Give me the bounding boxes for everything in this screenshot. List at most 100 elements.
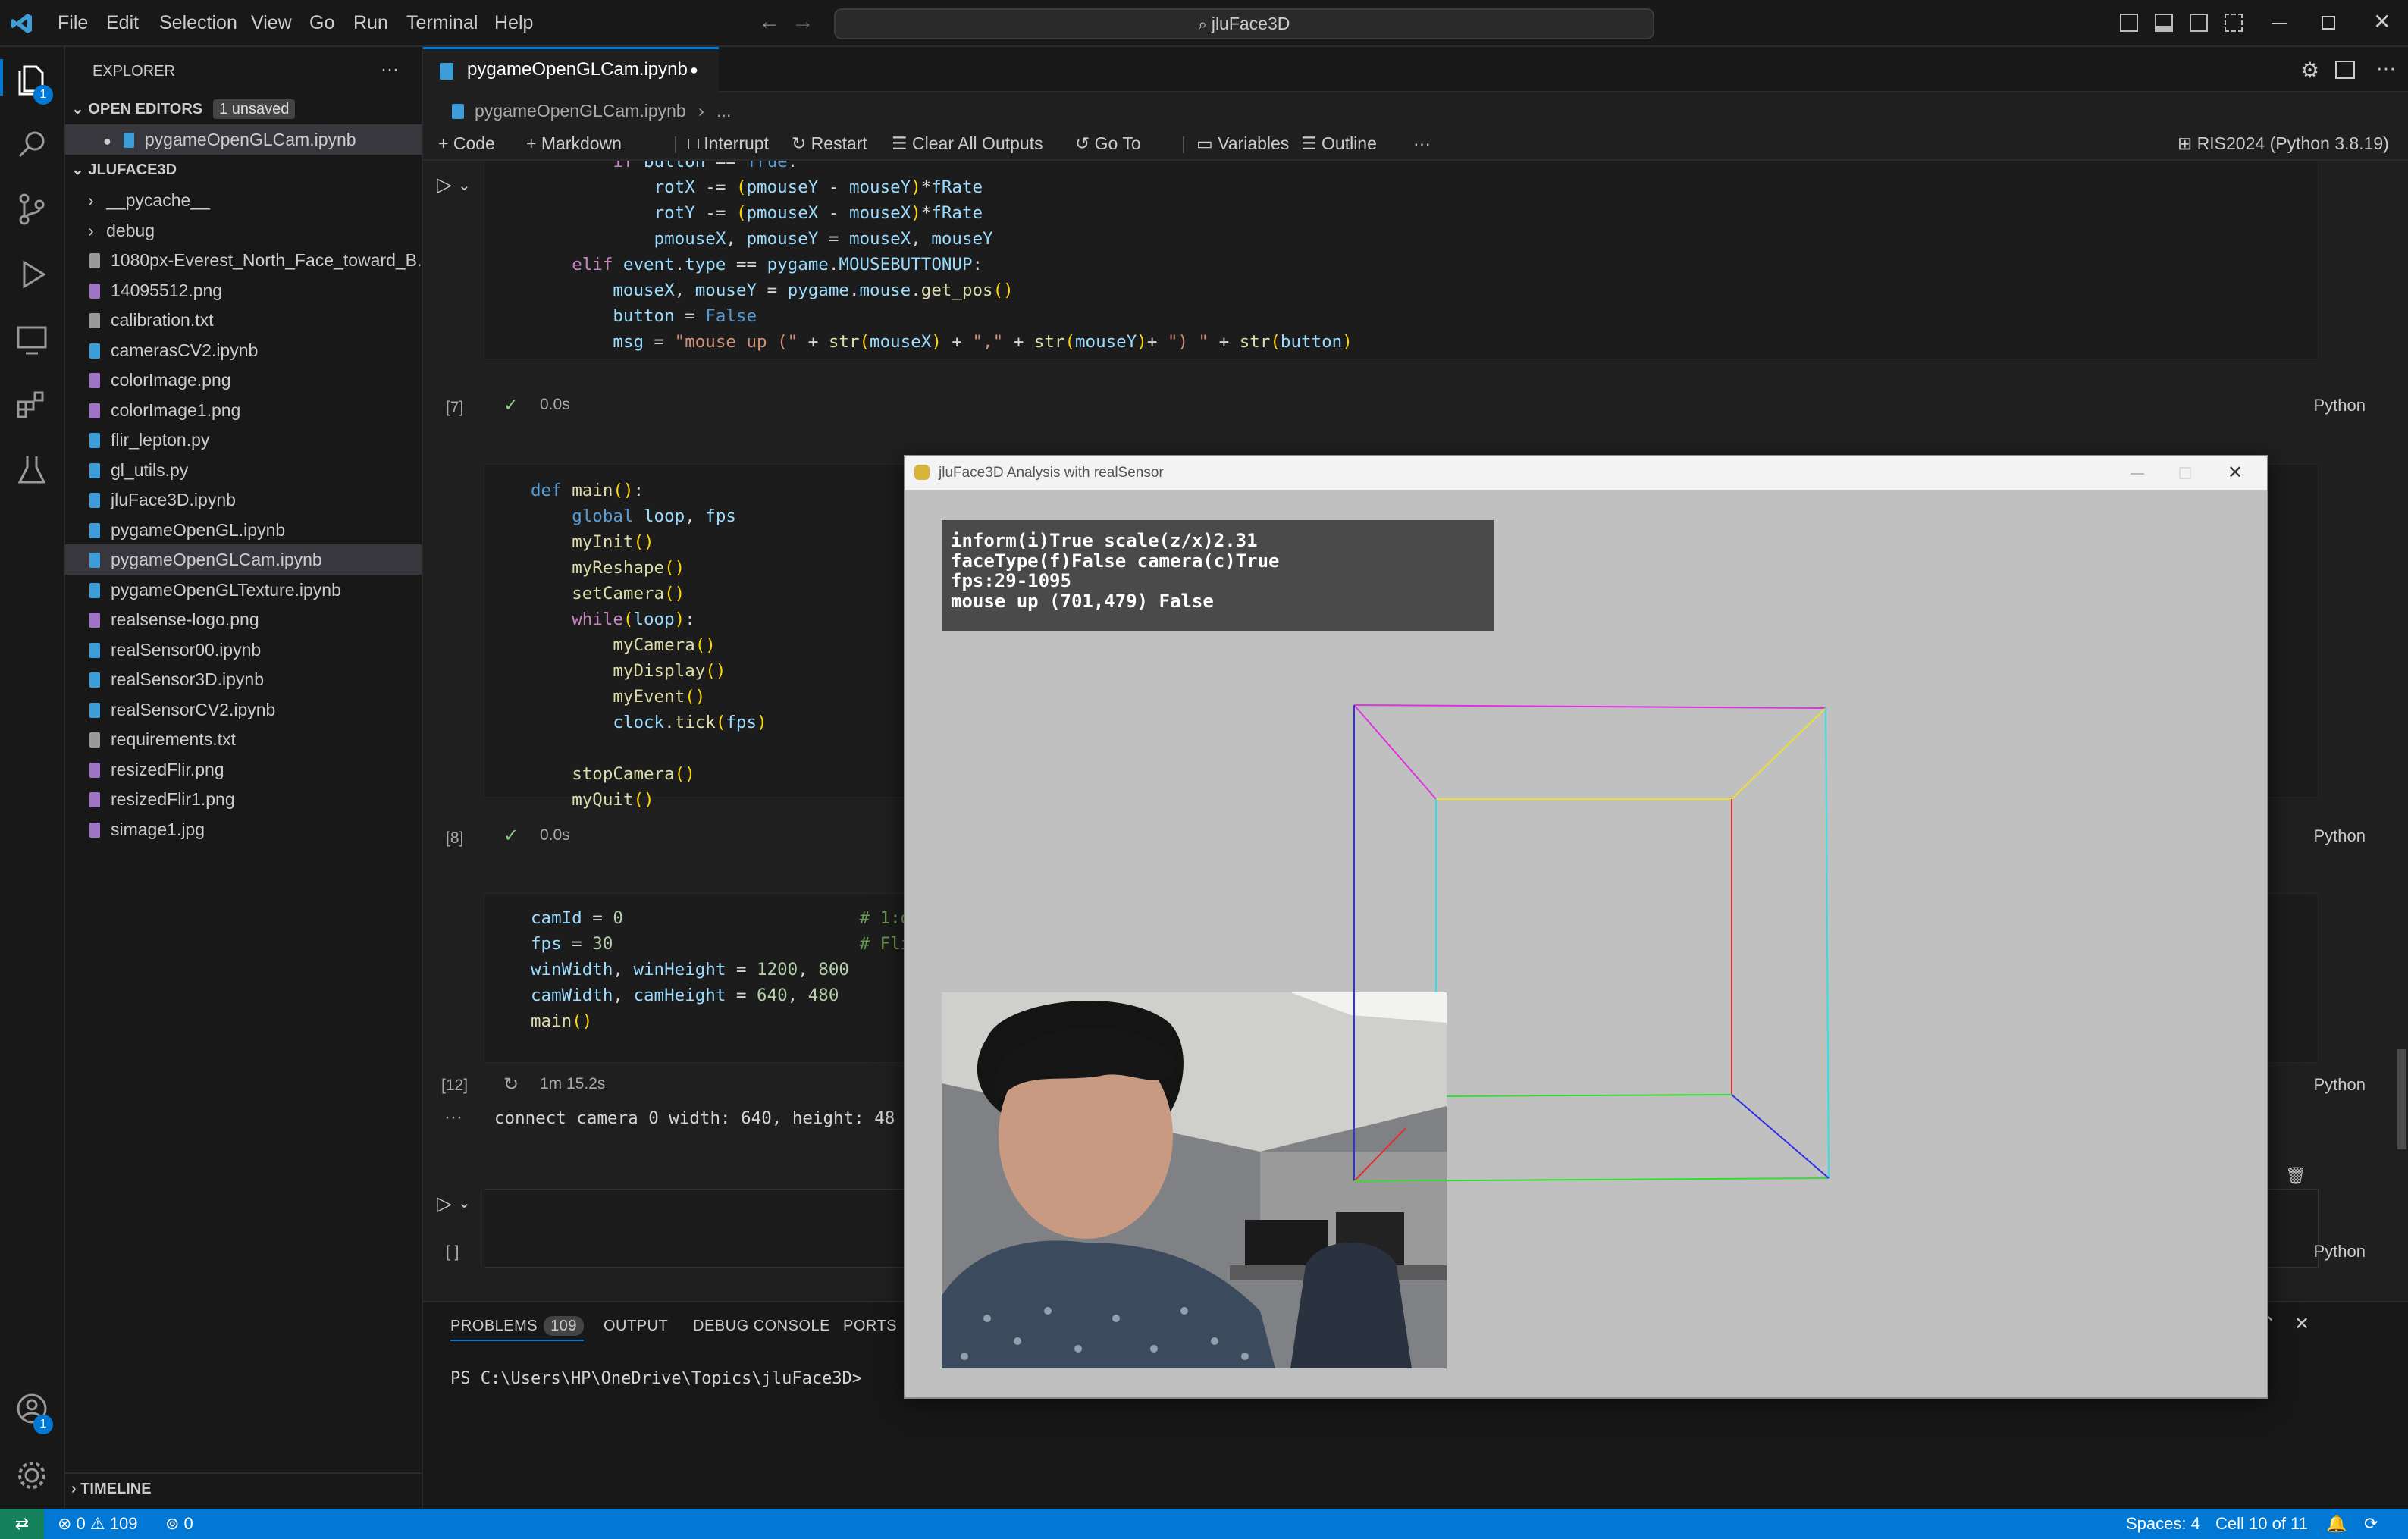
customize-layout-icon[interactable] — [2225, 14, 2243, 32]
toggle-panel-icon[interactable] — [2155, 14, 2173, 32]
remote-explorer-icon[interactable] — [14, 321, 50, 358]
chevron-down-icon[interactable]: ⌄ — [458, 1193, 471, 1212]
go-to-button[interactable]: ↺ Go To — [1075, 126, 1141, 161]
menu-view[interactable]: View — [251, 12, 292, 34]
terminal-prompt[interactable]: PS C:\Users\HP\OneDrive\Topics\jluFace3D… — [450, 1366, 862, 1392]
breadcrumb-file[interactable]: pygameOpenGLCam.ipynb — [475, 101, 686, 121]
file-item[interactable]: pygameOpenGLTexture.ipynb — [65, 575, 422, 605]
command-center-search[interactable]: ⌕ jluFace3D — [834, 8, 1654, 39]
problems-status[interactable]: ⊗ 0 ⚠ 109 — [58, 1509, 137, 1539]
file-item[interactable]: pygameOpenGL.ipynb — [65, 515, 422, 545]
clear-all-outputs-button[interactable]: ☰ Clear All Outputs — [892, 126, 1043, 161]
back-arrow-icon[interactable]: ← — [758, 9, 781, 35]
tab-output[interactable]: OUTPUT — [604, 1318, 668, 1335]
menu-run[interactable]: Run — [353, 12, 388, 34]
file-item[interactable]: requirements.txt — [65, 724, 422, 754]
toggle-secondary-sidebar-icon[interactable] — [2190, 14, 2208, 32]
file-item[interactable]: realSensorCV2.ipynb — [65, 694, 422, 725]
tab-ports[interactable]: PORTS — [843, 1318, 897, 1335]
file-item[interactable]: simage1.jpg — [65, 814, 422, 845]
code-file-icon — [89, 343, 100, 359]
gear-icon[interactable] — [14, 1457, 50, 1494]
delete-cell-icon[interactable]: 🗑 — [2285, 1166, 2306, 1186]
file-item[interactable]: 14095512.png — [65, 275, 422, 306]
file-item[interactable]: pygameOpenGLCam.ipynb — [65, 544, 422, 575]
project-header[interactable]: ⌄ JLUFACE3D — [65, 155, 422, 185]
run-debug-icon[interactable] — [14, 256, 50, 293]
tab-problems[interactable]: PROBLEMS 109 — [450, 1316, 585, 1341]
output-more-icon[interactable]: ··· — [444, 1107, 462, 1128]
bell-icon[interactable]: 🔔 — [2326, 1509, 2347, 1539]
minimize-icon[interactable] — [2272, 23, 2287, 24]
file-item[interactable]: 1080px-Everest_North_Face_toward_B... — [65, 245, 422, 275]
testing-flask-icon[interactable] — [14, 452, 50, 488]
close-panel-icon[interactable]: ✕ — [2294, 1313, 2309, 1335]
file-item[interactable]: resizedFlir1.png — [65, 784, 422, 814]
tab-pygameopenglcam[interactable]: pygameOpenGLCam.ipynb ● — [423, 47, 719, 92]
unsaved-dot-icon[interactable]: ● — [690, 49, 698, 90]
cell-7-language[interactable]: Python — [2314, 396, 2366, 415]
split-editor-icon[interactable] — [2335, 61, 2355, 79]
file-item[interactable]: resizedFlir.png — [65, 754, 422, 785]
menu-help[interactable]: Help — [494, 12, 533, 34]
menu-go[interactable]: Go — [309, 12, 334, 34]
title-bar: File Edit Selection View Go Run Terminal… — [0, 0, 2408, 47]
indentation-status[interactable]: Spaces: 4 — [2126, 1509, 2200, 1539]
file-item[interactable]: calibration.txt — [65, 305, 422, 335]
check-icon: ✓ — [503, 826, 519, 846]
cell-position-status[interactable]: Cell 10 of 11 — [2215, 1509, 2308, 1539]
add-code-button[interactable]: + Code — [438, 126, 495, 161]
source-control-icon[interactable] — [14, 191, 50, 227]
more-actions-icon[interactable]: ··· — [1413, 126, 1431, 161]
file-item[interactable]: colorImage1.png — [65, 395, 422, 425]
menu-terminal[interactable]: Terminal — [406, 12, 478, 34]
breadcrumb-more[interactable]: ... — [716, 101, 731, 121]
open-editors-header[interactable]: ⌄ OPEN EDITORS 1 unsaved — [65, 94, 422, 124]
kernel-picker[interactable]: ⊞ RIS2024 (Python 3.8.19) — [2178, 126, 2389, 161]
menu-file[interactable]: File — [58, 12, 88, 34]
search-icon[interactable] — [14, 126, 50, 162]
empty-cell-language[interactable]: Python — [2314, 1242, 2366, 1262]
copilot-icon[interactable]: ⟳ — [2364, 1509, 2378, 1539]
add-markdown-button[interactable]: + Markdown — [526, 126, 622, 161]
file-item[interactable]: flir_lepton.py — [65, 425, 422, 455]
file-item[interactable]: gl_utils.py — [65, 455, 422, 485]
toggle-sidebar-icon[interactable] — [2120, 14, 2138, 32]
cell-12-language[interactable]: Python — [2314, 1075, 2366, 1095]
file-item[interactable]: realsense-logo.png — [65, 604, 422, 635]
editor-tab-bar: ⚙ ··· — [423, 47, 2408, 92]
more-actions-icon[interactable]: ··· — [2376, 56, 2396, 80]
run-cell-icon[interactable]: ▷ — [437, 173, 452, 196]
remote-indicator-icon[interactable]: ⇄ — [0, 1509, 44, 1539]
file-item[interactable]: realSensor3D.ipynb — [65, 664, 422, 694]
chevron-down-icon[interactable]: ⌄ — [458, 176, 471, 195]
forward-arrow-icon[interactable]: → — [792, 9, 814, 35]
file-item[interactable]: colorImage.png — [65, 365, 422, 395]
interrupt-button[interactable]: □ Interrupt — [673, 126, 769, 161]
more-actions-icon[interactable]: ··· — [381, 59, 399, 80]
editor-scrollbar[interactable] — [2397, 1049, 2406, 1149]
file-item[interactable]: › debug — [65, 215, 422, 246]
close-icon[interactable]: ✕ — [2373, 9, 2391, 34]
menu-edit[interactable]: Edit — [106, 12, 139, 34]
file-item[interactable]: camerasCV2.ipynb — [65, 335, 422, 365]
open-editor-item[interactable]: ● pygameOpenGLCam.ipynb — [65, 124, 422, 155]
file-item[interactable]: › __pycache__ — [65, 185, 422, 215]
variables-button[interactable]: ▭ Variables — [1196, 126, 1289, 161]
pygame-window[interactable]: jluFace3D Analysis with realSensor ✕ inf… — [904, 455, 2268, 1399]
maximize-icon[interactable] — [2322, 16, 2335, 30]
file-item[interactable]: realSensor00.ipynb — [65, 635, 422, 665]
extensions-icon[interactable] — [14, 387, 50, 423]
search-icon: ⌕ — [1198, 17, 1207, 33]
timeline-header[interactable]: › TIMELINE — [65, 1472, 422, 1503]
run-cell-icon[interactable]: ▷ — [437, 1192, 452, 1215]
menu-selection[interactable]: Selection — [159, 12, 237, 34]
outline-button[interactable]: ☰ Outline — [1301, 126, 1377, 161]
gear-icon[interactable]: ⚙ — [2300, 58, 2319, 83]
file-item[interactable]: jluFace3D.ipynb — [65, 484, 422, 515]
text-file-icon — [89, 313, 100, 328]
restart-button[interactable]: ↻ Restart — [792, 126, 867, 161]
ports-status[interactable]: ⊚ 0 — [165, 1509, 193, 1539]
tab-debug-console[interactable]: DEBUG CONSOLE — [693, 1318, 830, 1335]
cell-8-language[interactable]: Python — [2314, 826, 2366, 846]
